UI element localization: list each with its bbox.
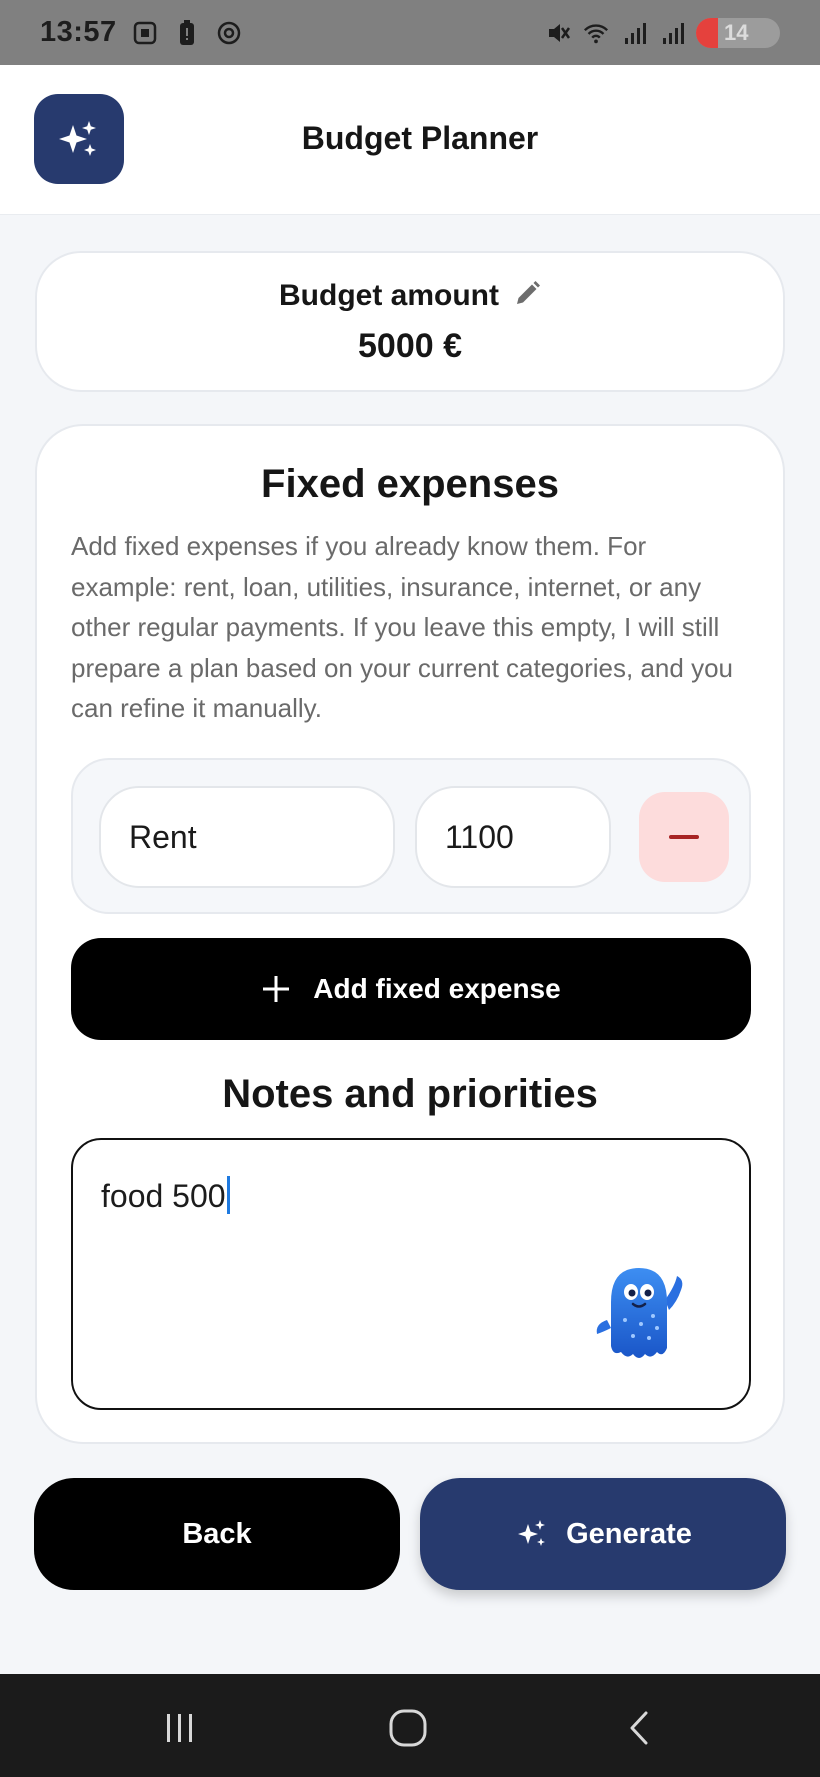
notes-value: food 500 xyxy=(101,1178,226,1214)
page-title: Budget Planner xyxy=(301,120,539,156)
budget-label: Budget amount xyxy=(279,279,499,312)
app-header: Budget Planner xyxy=(0,65,820,215)
fixed-expenses-card: Fixed expenses Add fixed expenses if you… xyxy=(35,424,785,1444)
budget-card: Budget amount 5000 € xyxy=(35,251,785,392)
remove-expense-button[interactable] xyxy=(639,792,729,882)
openai-icon xyxy=(215,19,243,47)
budget-value: 5000 € xyxy=(358,327,462,365)
fixed-expenses-title: Fixed expenses xyxy=(261,462,559,506)
mute-icon xyxy=(544,19,572,47)
recent-apps-button[interactable] xyxy=(158,1706,202,1750)
notes-title: Notes and priorities xyxy=(222,1072,598,1116)
expense-name-input[interactable] xyxy=(99,786,395,888)
signal-icon xyxy=(620,19,648,47)
plus-icon xyxy=(263,976,290,1002)
notes-textarea[interactable]: food 500 xyxy=(71,1138,751,1410)
wifi-icon xyxy=(582,19,610,47)
back-nav-button[interactable] xyxy=(618,1706,662,1750)
recent-apps-icon xyxy=(167,1714,192,1742)
battery-level: 14 xyxy=(724,19,749,45)
alert-battery-icon xyxy=(173,19,201,47)
generate-label: Generate xyxy=(566,1517,692,1550)
minus-icon xyxy=(669,835,699,839)
home-icon xyxy=(389,1709,427,1747)
add-fixed-expense-button[interactable]: Add fixed expense xyxy=(71,938,751,1040)
status-time: 13:57 xyxy=(40,16,117,48)
expense-amount-input[interactable] xyxy=(415,786,611,888)
status-right: 14 xyxy=(544,17,780,48)
home-button[interactable] xyxy=(386,1706,430,1750)
mascot-icon xyxy=(596,1268,683,1358)
pencil-icon[interactable] xyxy=(513,280,541,313)
navigation-bar xyxy=(0,1674,820,1777)
expense-row xyxy=(71,758,751,914)
sparkles-icon xyxy=(518,1520,546,1546)
battery-indicator: 14 xyxy=(696,17,780,48)
text-caret xyxy=(226,1176,230,1214)
generate-button[interactable]: Generate xyxy=(420,1478,786,1590)
screenshot-icon xyxy=(131,19,159,47)
notes-text: food 500 xyxy=(101,1176,230,1215)
chevron-left-icon xyxy=(630,1711,648,1745)
status-bar: 13:57 14 xyxy=(0,0,820,65)
signal-icon xyxy=(658,19,686,47)
fixed-expenses-description: Add fixed expenses if you already know t… xyxy=(71,531,733,723)
add-fixed-expense-label: Add fixed expense xyxy=(313,973,561,1004)
battery-fill xyxy=(696,17,718,48)
back-button[interactable]: Back xyxy=(34,1478,400,1590)
status-left: 13:57 xyxy=(40,16,243,49)
budget-label-row: Budget amount xyxy=(37,279,783,313)
